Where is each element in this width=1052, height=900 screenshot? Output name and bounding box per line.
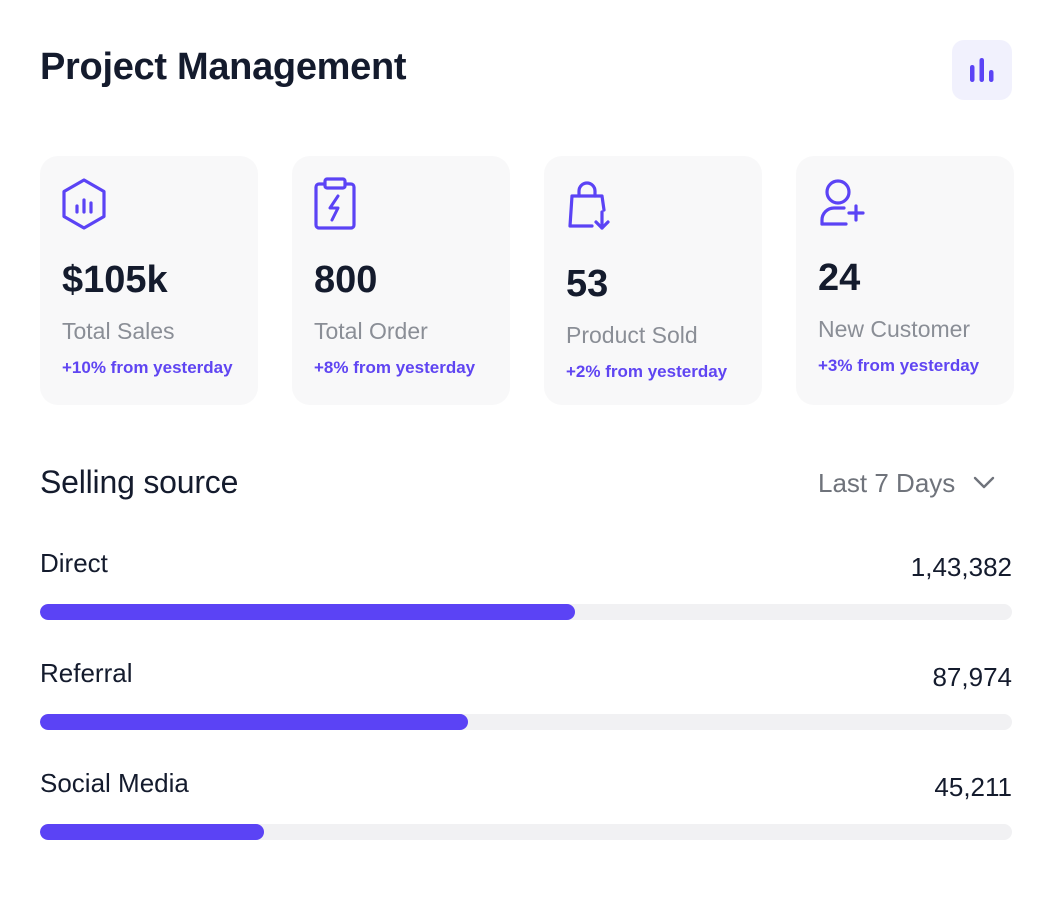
stat-label: Total Sales: [62, 318, 175, 344]
chevron-down-icon: [974, 476, 995, 489]
stat-delta: +2% from yesterday: [566, 362, 728, 381]
source-name-social-media: Social Media: [40, 768, 189, 798]
progress-track-social-media: [40, 824, 1012, 840]
stat-delta: +3% from yesterday: [818, 356, 980, 375]
source-name-direct: Direct: [40, 548, 108, 578]
date-range-dropdown[interactable]: Last 7 Days: [818, 466, 1014, 500]
stat-label: Product Sold: [566, 322, 698, 348]
stat-label: Total Order: [314, 318, 428, 344]
chart-view-button[interactable]: [952, 40, 1012, 100]
stat-card-total-order: 800 Total Order +8% from yesterday: [292, 156, 510, 405]
stat-value: $105k: [62, 259, 168, 301]
stat-delta: +8% from yesterday: [314, 358, 476, 377]
page-title: Project Management: [40, 46, 407, 88]
stat-card-product-sold: 53 Product Sold +2% from yesterday: [544, 156, 762, 405]
stat-value: 53: [566, 263, 609, 305]
progress-fill: [40, 824, 264, 840]
progress-fill: [40, 714, 468, 730]
source-name-referral: Referral: [40, 658, 133, 688]
clipboard-bolt-icon: [314, 177, 356, 230]
date-range-label: Last 7 Days: [818, 467, 956, 498]
stat-delta: +10% from yesterday: [62, 358, 233, 377]
progress-track-referral: [40, 714, 1012, 730]
source-value-referral: 87,974: [932, 662, 1012, 692]
stat-label: New Customer: [818, 316, 971, 342]
user-add-icon: [820, 179, 865, 226]
source-value-direct: 1,43,382: [910, 552, 1012, 582]
source-value-social-media: 45,211: [934, 772, 1012, 802]
progress-fill: [40, 604, 575, 620]
selling-source-title: Selling source: [40, 464, 239, 500]
stat-card-new-customer: 24 New Customer +3% from yesterday: [796, 156, 1014, 405]
stat-card-total-sales: $105k Total Sales +10% from yesterday: [40, 156, 258, 405]
stat-value: 24: [818, 257, 861, 299]
shopping-bag-download-icon: [568, 181, 610, 230]
hexagon-chart-icon: [62, 178, 106, 230]
stat-value: 800: [314, 259, 378, 301]
project-management-widget: Project Management $105k Total Sales +10…: [0, 0, 1052, 900]
bar-chart-icon: [970, 58, 994, 82]
progress-track-direct: [40, 604, 1012, 620]
